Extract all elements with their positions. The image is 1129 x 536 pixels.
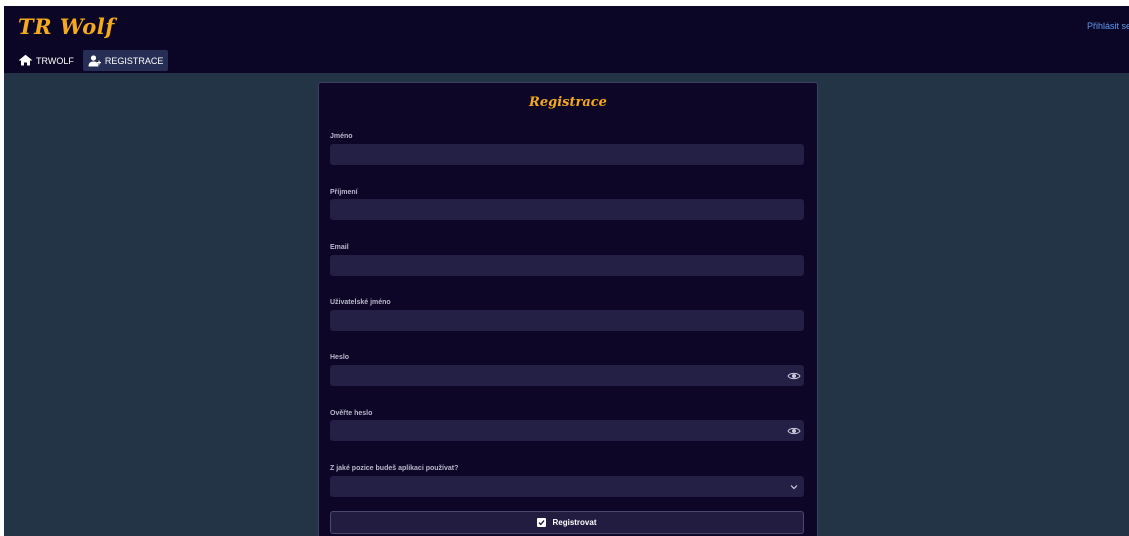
username-label: Uživatelské jméno <box>330 299 391 306</box>
nav-item-label: REGISTRACE <box>104 55 164 66</box>
eye-icon[interactable] <box>787 371 801 381</box>
password-field[interactable] <box>330 365 804 386</box>
first-name-label: Jméno <box>330 133 353 140</box>
first-name-field[interactable] <box>330 144 804 165</box>
position-label: Z jaké pozice budeš aplikaci používat? <box>330 465 459 472</box>
registration-card: Registrace Jméno Příjmení Email Uživatel… <box>318 82 818 536</box>
password-label: Heslo <box>330 354 350 361</box>
user-add-icon <box>88 54 101 66</box>
last-name-label: Příjmení <box>330 189 358 196</box>
top-bar: TR Wolf Přihlásit se TRWOLF REGISTRACE <box>4 6 1129 73</box>
last-name-field[interactable] <box>330 199 804 220</box>
register-button[interactable]: Registrovat <box>330 511 804 534</box>
nav-item-label: TRWOLF <box>36 55 74 66</box>
main-nav: TRWOLF REGISTRACE <box>14 50 169 71</box>
login-link[interactable]: Přihlásit se <box>1087 21 1129 31</box>
register-button-label: Registrovat <box>552 518 597 527</box>
nav-item-trwolf[interactable]: TRWOLF <box>14 50 79 71</box>
chevron-down-icon <box>790 485 798 490</box>
brand-logo[interactable]: TR Wolf <box>18 14 115 39</box>
home-icon <box>19 55 32 66</box>
email-field[interactable] <box>330 255 804 276</box>
email-label: Email <box>330 244 349 251</box>
checkbox-icon <box>537 518 547 527</box>
nav-item-registrace[interactable]: REGISTRACE <box>82 50 169 71</box>
position-select[interactable] <box>330 476 804 497</box>
eye-icon[interactable] <box>787 426 801 436</box>
username-field[interactable] <box>330 310 804 331</box>
confirm-password-field[interactable] <box>330 420 804 441</box>
form-title: Registrace <box>529 95 607 110</box>
confirm-password-label: Ověřte heslo <box>330 410 373 417</box>
app-frame: TR Wolf Přihlásit se TRWOLF REGISTRACE R… <box>4 6 1129 536</box>
